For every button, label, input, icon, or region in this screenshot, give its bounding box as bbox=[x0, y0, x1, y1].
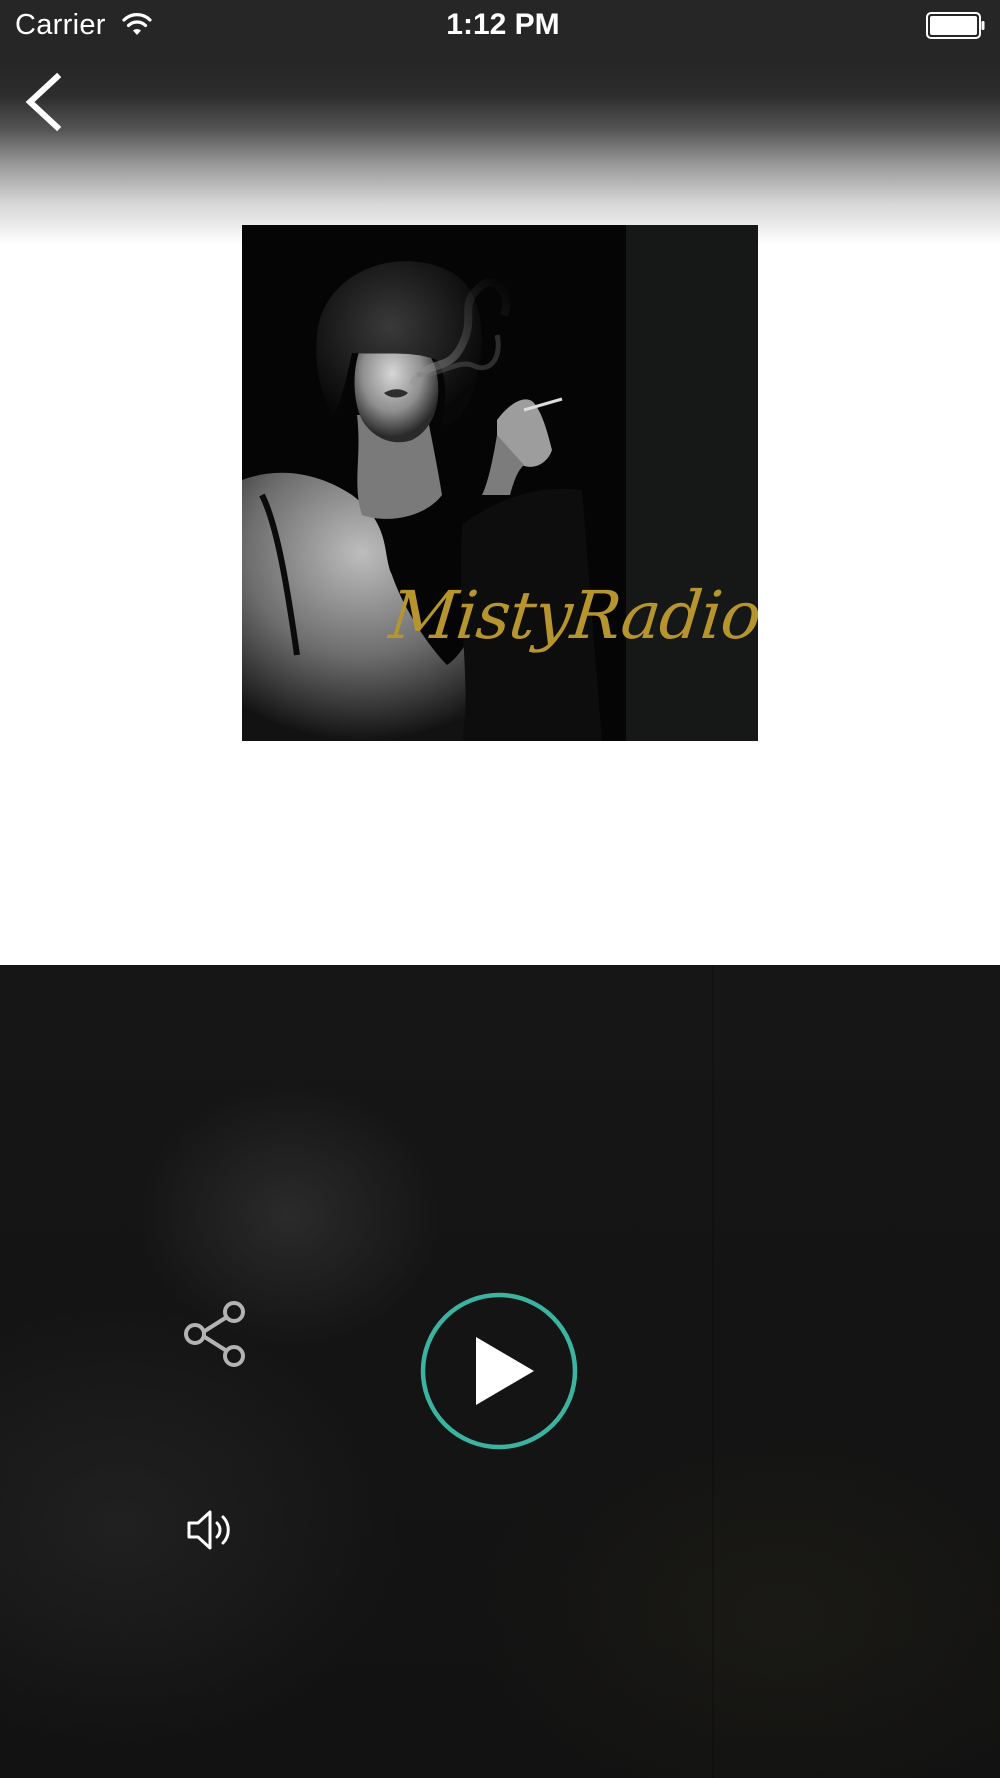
radio-player-screen: Carrier 1:12 PM MistyRadio bbox=[0, 0, 1000, 1778]
play-icon bbox=[476, 1337, 534, 1405]
status-time: 1:12 PM bbox=[446, 8, 560, 41]
volume-button[interactable] bbox=[186, 1507, 236, 1553]
player-controls-panel bbox=[0, 965, 1000, 1778]
album-art-image: MistyRadio bbox=[242, 225, 758, 741]
speaker-volume-icon bbox=[187, 1510, 230, 1550]
back-button[interactable] bbox=[20, 72, 70, 132]
misty-radio-logo: MistyRadio bbox=[385, 577, 758, 654]
share-icon bbox=[184, 1301, 245, 1367]
share-button[interactable] bbox=[182, 1301, 250, 1367]
play-button[interactable] bbox=[420, 1292, 578, 1450]
chevron-left-icon bbox=[25, 72, 62, 132]
panel-divider bbox=[712, 965, 714, 1778]
battery-full-icon bbox=[926, 12, 985, 39]
status-bar: Carrier 1:12 PM bbox=[0, 0, 1000, 52]
portrait-illustration bbox=[242, 261, 602, 741]
